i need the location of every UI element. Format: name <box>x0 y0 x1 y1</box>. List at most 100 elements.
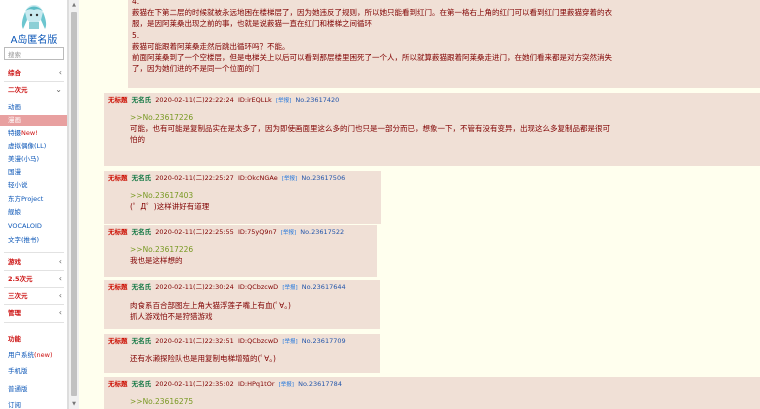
sidebar-item-donghua[interactable]: 动画 <box>0 102 67 113</box>
scroll-up-arrow-icon[interactable]: ▲ <box>69 0 79 10</box>
reply-author: 无名氏 <box>131 380 152 388</box>
chevron-left-icon: ‹ <box>58 68 62 77</box>
reply-text: 肉食系百合部图左上角大猫浮莲子嘴上有血(ﾟ∀。) <box>130 301 291 310</box>
reply-author: 无名氏 <box>131 337 152 345</box>
reply-title: 无标题 <box>108 96 128 104</box>
sidebar: A岛匿名版 搜索 综合 ‹ 二次元 ⌄ 动画 漫画 特摄New! 虚拟偶像(LL) … <box>0 0 68 409</box>
reply-id: ID:irEQLLk <box>237 96 272 104</box>
reply-text: 可能，也有可能是复制品实在是太多了，因为即使画面里这么多的门也只是一部分而已，想… <box>130 124 610 133</box>
post-line: 4. <box>132 0 140 6</box>
site-title[interactable]: A岛匿名版 <box>0 31 67 46</box>
divider <box>4 252 64 253</box>
reply-number-link[interactable]: No.23617709 <box>302 337 346 345</box>
reply-number-link[interactable]: No.23617420 <box>295 96 339 104</box>
divider <box>4 81 64 82</box>
nav-category-label: 综合 <box>8 69 21 77</box>
divider <box>4 322 64 323</box>
post-line: 薮猫在下第二层的时候就被永远地困在楼梯层了，因为她违反了规则，所以她只能看到红门… <box>132 8 612 18</box>
reply-time: 2020-02-11(二)22:25:55 <box>155 228 234 236</box>
reply-time: 2020-02-11(二)22:22:24 <box>155 96 234 104</box>
post-line: 前面阿莱桑到了一个空楼层，但是电梯关上以后可以看到那层楼里困死了一个人，所以就算… <box>132 53 612 63</box>
reply-post: 无标题 无名氏 2020-02-11(二)22:35:02 ID:HPq1tOr… <box>104 377 760 409</box>
reply-author: 无名氏 <box>131 174 152 182</box>
reply-header: 无标题 无名氏 2020-02-11(二)22:32:51 ID:QCbzcwD… <box>108 335 346 345</box>
reply-author: 无名氏 <box>131 96 152 104</box>
sidebar-item-xuni-ouxiang[interactable]: 虚拟偶像(LL) <box>0 141 67 152</box>
report-link[interactable]: [举报] <box>282 285 297 291</box>
reply-id: ID:QCbzcwD <box>237 283 279 291</box>
reply-author: 无名氏 <box>131 283 152 291</box>
sidebar-item-subscribe[interactable]: 订阅 <box>0 400 67 409</box>
sidebar-item-mobile[interactable]: 手机版 <box>0 366 67 377</box>
nav-category-label: 二次元 <box>8 86 28 94</box>
post-line: 服，是因阿莱桑出现之前的事，也就是说薮猫一直在红门和楼梯之间循环 <box>132 19 372 29</box>
sidebar-item-teshe[interactable]: 特摄New! <box>0 128 67 139</box>
reply-header: 无标题 无名氏 2020-02-11(二)22:25:27 ID:OkcNGAe… <box>108 172 345 182</box>
nav-category-label: 2.5次元 <box>8 275 33 283</box>
reply-post: 无标题 无名氏 2020-02-11(二)22:22:24 ID:irEQLLk… <box>104 93 760 166</box>
reply-id: ID:OkcNGAe <box>237 174 278 182</box>
sidebar-item-normal[interactable]: 普通版 <box>0 384 67 395</box>
reply-title: 无标题 <box>108 283 128 291</box>
nav-category-erciyuan[interactable]: 二次元 ⌄ <box>0 83 67 97</box>
search-input[interactable]: 搜索 <box>4 47 64 60</box>
reply-post: 无标题 无名氏 2020-02-11(二)22:32:51 ID:QCbzcwD… <box>104 334 380 373</box>
sidebar-item-vocaloid[interactable]: VOCALOID <box>0 221 67 232</box>
report-link[interactable]: [举报] <box>282 176 297 182</box>
sidebar-item-touhou[interactable]: 东方Project <box>0 194 67 205</box>
sidebar-item-meiman[interactable]: 美漫(小马) <box>0 154 67 165</box>
scroll-down-arrow-icon[interactable]: ▼ <box>69 399 79 409</box>
reply-title: 无标题 <box>108 337 128 345</box>
sidebar-item-guoman[interactable]: 国漫 <box>0 167 67 178</box>
nav-category-25ciyuan[interactable]: 2.5次元 ‹ <box>0 272 67 286</box>
report-link[interactable]: [举报] <box>279 382 294 388</box>
post-line: 薮猫可能跟着阿莱桑走然后跳出循环吗？不能。 <box>132 41 290 51</box>
sidebar-item-user-system[interactable]: 用户系统(new) <box>0 350 67 361</box>
sidebar-item-manhua[interactable]: 漫画 <box>0 115 67 126</box>
reply-post: 无标题 无名氏 2020-02-11(二)22:25:55 ID:75yQ9n7… <box>104 225 377 277</box>
nav-category-guanli[interactable]: 管理 ‹ <box>0 306 67 320</box>
reply-header: 无标题 无名氏 2020-02-11(二)22:25:55 ID:75yQ9n7… <box>108 226 344 236</box>
reply-id: ID:HPq1tOr <box>237 380 275 388</box>
mascot-logo-icon[interactable] <box>14 2 54 30</box>
reply-time: 2020-02-11(二)22:35:02 <box>155 380 234 388</box>
reply-text: (゜Д゜)这样讲好有道理 <box>130 202 210 211</box>
reply-post: 无标题 无名氏 2020-02-11(二)22:30:24 ID:QCbzcwD… <box>104 280 380 329</box>
nav-category-gongneng: 功能 <box>0 332 67 346</box>
sidebar-item-wenzi[interactable]: 文字(推书) <box>0 235 67 246</box>
quote-link[interactable]: >>No.23617403 <box>130 190 370 201</box>
reply-time: 2020-02-11(二)22:32:51 <box>155 337 234 345</box>
sidebar-item-jianniang[interactable]: 舰娘 <box>0 207 67 218</box>
quote-link[interactable]: >>No.23617226 <box>130 112 740 123</box>
report-link[interactable]: [举报] <box>282 339 297 345</box>
reply-header: 无标题 无名氏 2020-02-11(二)22:35:02 ID:HPq1tOr… <box>108 378 342 388</box>
reply-number-link[interactable]: No.23617506 <box>301 174 345 182</box>
reply-author: 无名氏 <box>131 228 152 236</box>
nav-category-label: 游戏 <box>8 258 21 266</box>
sidebar-scrollbar[interactable]: ▲ ▼ <box>68 0 79 409</box>
divider <box>4 270 64 271</box>
reply-time: 2020-02-11(二)22:30:24 <box>155 283 234 291</box>
chevron-left-icon: ‹ <box>58 257 62 266</box>
quote-link[interactable]: >>No.23617226 <box>130 244 370 255</box>
report-link[interactable]: [举报] <box>281 230 296 236</box>
scroll-thumb[interactable] <box>71 12 77 396</box>
reply-number-link[interactable]: No.23617784 <box>298 380 342 388</box>
nav-category-zonghe[interactable]: 综合 ‹ <box>0 66 67 80</box>
nav-category-sanciyuan[interactable]: 三次元 ‹ <box>0 289 67 303</box>
sidebar-item-qingxiaoshuo[interactable]: 轻小说 <box>0 180 67 191</box>
report-link[interactable]: [举报] <box>276 98 291 104</box>
reply-number-link[interactable]: No.23617522 <box>300 228 344 236</box>
reply-text: 还有水濑探险队也是用复制电梯增殖的(ﾟ∀。) <box>130 354 276 363</box>
reply-text: 抓人游戏怕不是狩猎游戏 <box>130 312 213 321</box>
reply-text: 怕的 <box>130 135 145 144</box>
reply-time: 2020-02-11(二)22:25:27 <box>155 174 234 182</box>
nav-category-label: 管理 <box>8 309 21 317</box>
quote-link[interactable]: >>No.23616275 <box>130 396 740 407</box>
post-line: 5. <box>132 30 140 40</box>
divider <box>4 304 64 305</box>
chevron-left-icon: ‹ <box>58 291 62 300</box>
nav-category-youxi[interactable]: 游戏 ‹ <box>0 255 67 269</box>
reply-number-link[interactable]: No.23617644 <box>302 283 346 291</box>
nav-category-label: 功能 <box>8 335 21 343</box>
